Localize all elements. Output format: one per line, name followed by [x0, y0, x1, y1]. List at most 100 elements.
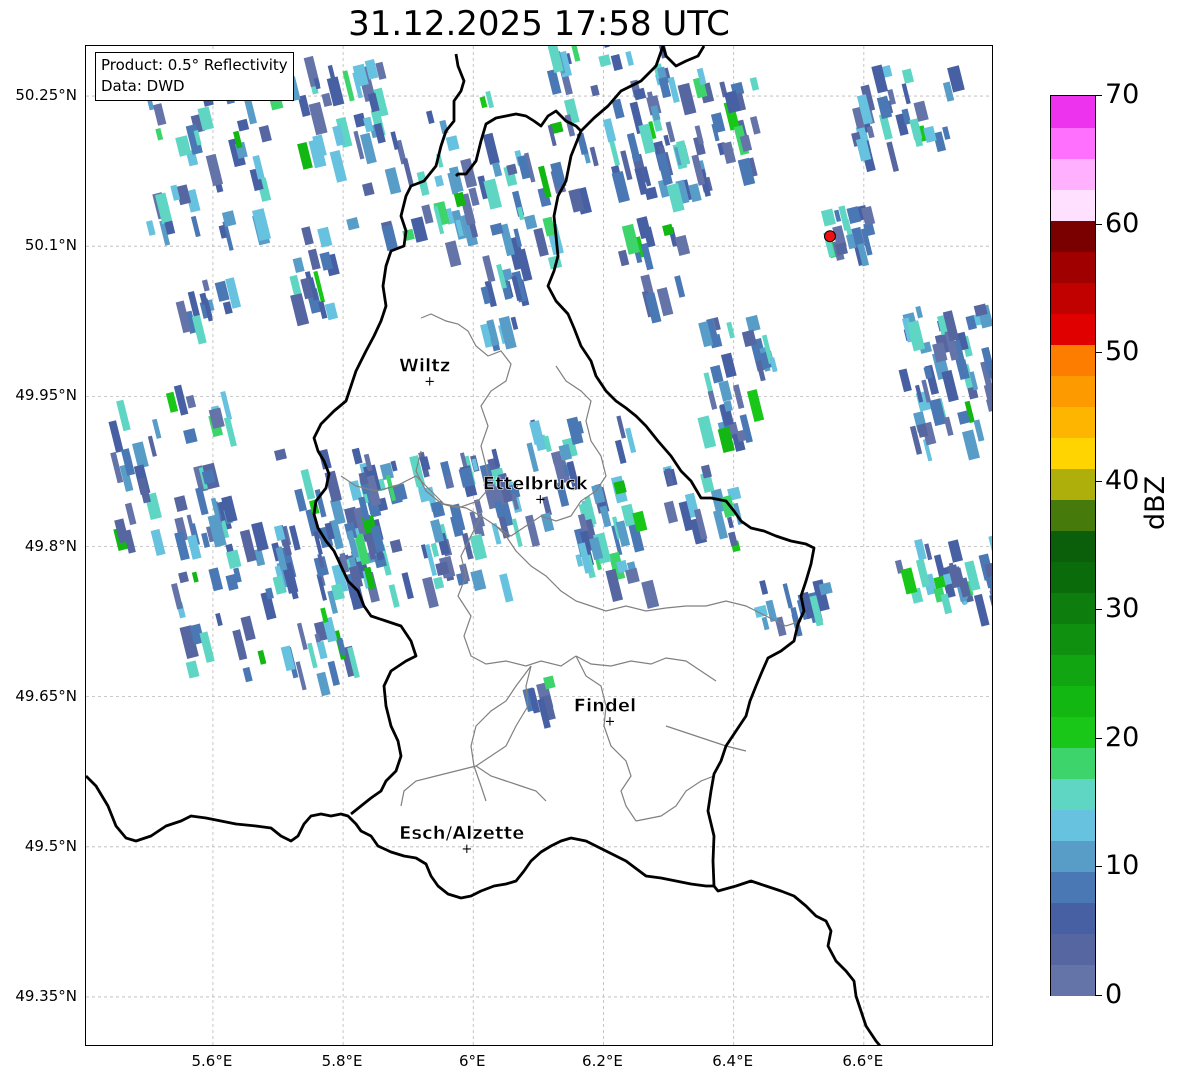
colorbar-tick-label: 20: [1105, 721, 1140, 753]
radar-echoes: [108, 46, 993, 729]
radar-echo: [745, 314, 761, 333]
radar-echo: [523, 214, 538, 230]
canton-border: [400, 765, 477, 807]
radar-echo: [316, 640, 328, 660]
colorbar-segment: [1051, 313, 1095, 345]
radar-echo: [307, 248, 321, 271]
radar-echo: [529, 420, 545, 446]
radar-echo: [985, 575, 992, 589]
lon-tick-label: 6.6°E: [842, 1052, 884, 1070]
colorbar: [1050, 95, 1096, 996]
city-label: Esch/Alzette: [399, 823, 524, 844]
radar-echo: [861, 206, 876, 226]
radar-echo: [943, 416, 954, 437]
radar-echo: [251, 521, 269, 552]
radar-echo: [258, 125, 272, 143]
luxembourg-border: [455, 109, 582, 177]
radar-echo: [150, 528, 166, 556]
lat-tick-label: 49.5°N: [24, 836, 77, 855]
radar-echo: [820, 208, 836, 227]
radar-echo: [602, 118, 617, 143]
radar-echo: [444, 240, 462, 268]
radar-echo: [191, 571, 199, 583]
luxembourg-border: [456, 46, 466, 54]
radar-echo: [445, 135, 460, 152]
radar-echo: [147, 435, 157, 457]
radar-echo: [170, 583, 184, 610]
radar-site-marker[interactable]: [823, 230, 836, 243]
radar-echo: [205, 153, 224, 187]
colorbar-tick-label: 10: [1105, 850, 1140, 882]
colorbar-segment: [1051, 561, 1095, 593]
radar-echo: [674, 234, 691, 256]
colorbar-tick: [1096, 866, 1102, 868]
radar-echo: [707, 390, 718, 410]
radar-echo: [898, 368, 912, 393]
radar-echo: [492, 162, 503, 177]
radar-map[interactable]: +Wiltz+Ettelbruck+Findel+Esch/Alzette: [86, 46, 993, 1046]
radar-echo: [199, 631, 215, 663]
radar-echo: [155, 127, 164, 141]
colorbar-segment: [1051, 654, 1095, 686]
radar-echo: [641, 579, 660, 609]
colorbar-segment: [1051, 716, 1095, 748]
data-source-label: Data: DWD: [101, 77, 185, 95]
radar-echo: [482, 255, 496, 283]
radar-echo: [124, 502, 137, 526]
colorbar-segment: [1051, 406, 1095, 438]
radar-echo: [546, 69, 562, 95]
radar-echo: [289, 274, 302, 296]
radar-echo: [362, 182, 375, 197]
colorbar-tick: [1096, 609, 1102, 611]
radar-echo: [749, 77, 760, 91]
radar-echo: [153, 103, 167, 126]
radar-echo: [986, 397, 992, 412]
radar-echo: [886, 141, 900, 173]
radar-echo: [901, 83, 911, 105]
radar-echo: [625, 567, 640, 584]
colorbar-segment: [1051, 933, 1095, 965]
radar-echo: [599, 505, 612, 528]
radar-echo: [913, 100, 929, 122]
radar-echo: [726, 516, 734, 529]
colorbar-unit-label: dBZ: [1140, 475, 1171, 530]
radar-echo: [746, 389, 765, 422]
radar-echo: [636, 216, 652, 240]
colorbar-segment: [1051, 809, 1095, 841]
colorbar-tick-label: 70: [1105, 79, 1140, 110]
radar-echo: [351, 447, 363, 465]
radar-echo: [470, 569, 487, 592]
radar-echo: [590, 84, 600, 97]
radar-echo: [610, 53, 623, 71]
lat-tick-label: 49.65°N: [15, 686, 77, 705]
radar-echo: [992, 310, 993, 333]
radar-echo: [482, 132, 500, 165]
colorbar-segment: [1051, 158, 1095, 190]
radar-echo: [625, 427, 637, 454]
radar-echo: [327, 660, 340, 686]
radar-echo: [402, 158, 415, 187]
radar-echo: [718, 380, 733, 402]
colorbar-segment: [1051, 592, 1095, 624]
colorbar-tick-label: 60: [1105, 207, 1140, 239]
city-marker-icon: +: [605, 715, 616, 730]
radar-echo: [728, 531, 738, 547]
radar-site-icon[interactable]: [823, 230, 836, 243]
radar-echo: [618, 249, 630, 267]
lat-tick-label: 49.8°N: [24, 536, 77, 555]
map-panel[interactable]: + Wiltz + Ettelbruck + Findel + Esch/Alzette: [85, 45, 993, 1046]
colorbar-segment: [1051, 96, 1095, 128]
radar-echo: [720, 352, 737, 378]
radar-echo: [677, 82, 697, 116]
radar-echo: [173, 495, 188, 512]
radar-echo: [401, 572, 414, 600]
radar-echo: [321, 92, 333, 108]
radar-echo: [316, 671, 331, 697]
radar-echo: [947, 539, 963, 563]
colorbar-segment: [1051, 871, 1095, 903]
radar-echo: [190, 215, 201, 238]
colorbar-tick-label: 50: [1105, 336, 1140, 368]
radar-echo: [703, 372, 713, 392]
product-info-box: Product: 0.5° Reflectivity Data: DWD: [95, 52, 294, 101]
radar-echo: [942, 126, 951, 140]
